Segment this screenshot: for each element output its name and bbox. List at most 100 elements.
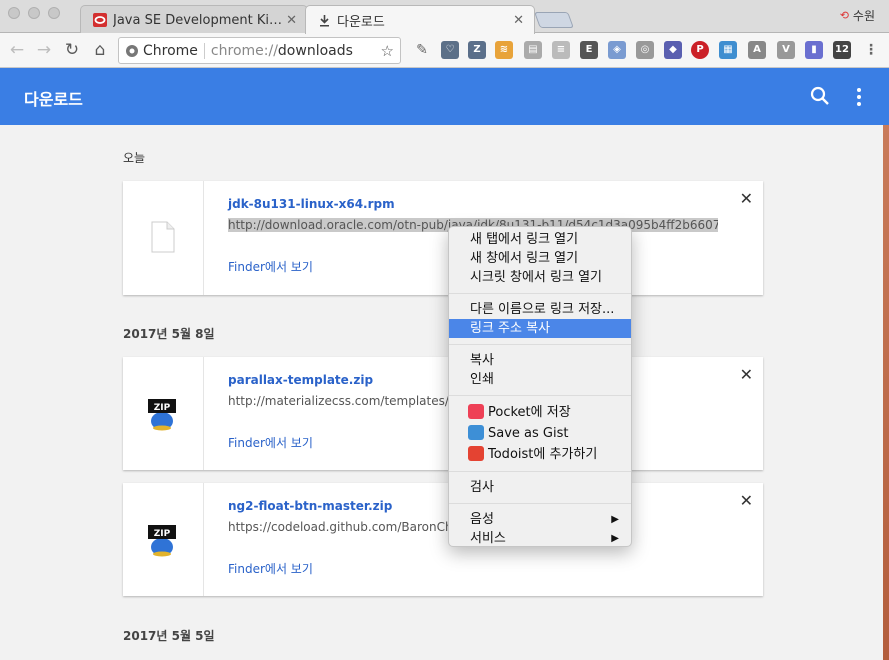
menu-separator <box>449 395 631 396</box>
tab-strip: Java SE Development Kit 8 - Do ✕ 다운로드 ✕ … <box>0 0 889 34</box>
menu-speech[interactable]: 음성 ▶ <box>449 510 631 529</box>
download-card: ZIP ng2-float-btn-master.zip https://cod… <box>123 483 763 596</box>
forward-icon[interactable]: → <box>34 40 54 60</box>
download-card: jdk-8u131-linux-x64.rpm http://download.… <box>123 181 763 295</box>
evernote-ext-icon[interactable]: E <box>580 41 598 59</box>
context-menu: 새 탭에서 링크 열기 새 창에서 링크 열기 시크릿 창에서 링크 열기 다른… <box>448 226 632 547</box>
vue-ext-icon[interactable]: V <box>777 41 795 59</box>
file-icon-column: ZIP <box>123 483 204 596</box>
menu-separator <box>449 471 631 472</box>
new-tab-button[interactable] <box>534 12 574 28</box>
menu-services[interactable]: 서비스 ▶ <box>449 529 631 548</box>
submenu-arrow-icon: ▶ <box>611 514 619 525</box>
color-ext-icon[interactable]: ◆ <box>664 41 682 59</box>
menu-label: 서비스 <box>470 531 506 546</box>
date-header: 오늘 <box>123 151 146 165</box>
menu-copy-link-address[interactable]: 링크 주소 복사 <box>449 319 631 338</box>
download-icon <box>320 14 329 26</box>
desktop-edge <box>883 125 889 660</box>
menu-open-new-window[interactable]: 새 창에서 링크 열기 <box>449 249 631 268</box>
pocket-ext-icon[interactable]: ♡ <box>441 41 459 59</box>
download-card: ZIP parallax-template.zip http://materia… <box>123 357 763 470</box>
search-icon[interactable] <box>809 85 831 107</box>
menu-separator <box>449 503 631 504</box>
window-close-button[interactable] <box>8 7 20 19</box>
chrome-icon <box>126 44 138 57</box>
bookmark-star-icon[interactable]: ☆ <box>381 42 394 60</box>
menu-print[interactable]: 인쇄 <box>449 370 631 389</box>
browser-toolbar: ← → ↻ ⌂ Chrome chrome://downloads ☆ ✎ ♡ … <box>0 33 889 68</box>
address-bar[interactable]: Chrome chrome://downloads ☆ <box>118 37 401 64</box>
profile-button[interactable]: ⟲ 수원 <box>840 7 875 24</box>
show-in-finder-link[interactable]: Finder에서 보기 <box>228 434 313 451</box>
menu-open-new-tab[interactable]: 새 탭에서 링크 열기 <box>449 230 631 249</box>
back-icon[interactable]: ← <box>7 40 27 60</box>
window-zoom-button[interactable] <box>48 7 60 19</box>
pic-ext-icon[interactable]: ◈ <box>608 41 626 59</box>
menu-label: 음성 <box>470 512 494 527</box>
remove-download-icon[interactable]: ✕ <box>740 189 753 208</box>
address-chip: Chrome <box>143 42 205 59</box>
oracle-icon <box>93 13 107 27</box>
url-path: downloads <box>277 42 353 59</box>
pinterest-ext-icon[interactable]: P <box>691 41 709 59</box>
tab-close-icon[interactable]: ✕ <box>513 13 524 28</box>
z-ext-icon[interactable]: Z <box>468 41 486 59</box>
calendar-ext-icon[interactable]: 12 <box>833 41 851 59</box>
submenu-arrow-icon: ▶ <box>611 533 619 544</box>
remove-download-icon[interactable]: ✕ <box>740 491 753 510</box>
show-in-finder-link[interactable]: Finder에서 보기 <box>228 560 313 577</box>
tab-java-se[interactable]: Java SE Development Kit 8 - Do ✕ <box>80 5 308 34</box>
download-file-name[interactable]: ng2-float-btn-master.zip <box>228 499 392 513</box>
reload-icon[interactable]: ↻ <box>62 40 82 60</box>
menu-label: Save as Gist <box>488 426 569 441</box>
menu-label: Pocket에 저장 <box>488 405 571 420</box>
address-url: chrome://downloads <box>211 43 381 59</box>
pocket-icon <box>468 404 484 419</box>
tab-title: 다운로드 <box>337 14 385 30</box>
menu-save-to-pocket[interactable]: Pocket에 저장 <box>449 402 631 423</box>
url-scheme: chrome:// <box>210 42 278 59</box>
menu-label: Todoist에 추가하기 <box>488 447 598 462</box>
home-icon[interactable]: ⌂ <box>90 40 110 60</box>
todoist-icon <box>468 446 484 461</box>
bookmark-ext-icon[interactable]: ▮ <box>805 41 823 59</box>
menu-separator <box>449 293 631 294</box>
window-minimize-button[interactable] <box>28 7 40 19</box>
downloads-header: 다운로드 <box>0 68 889 125</box>
menu-add-to-todoist[interactable]: Todoist에 추가하기 <box>449 444 631 465</box>
page-title: 다운로드 <box>24 90 83 109</box>
svg-text:ZIP: ZIP <box>154 529 171 539</box>
download-file-name[interactable]: parallax-template.zip <box>228 373 373 387</box>
angular-ext-icon[interactable]: A <box>748 41 766 59</box>
menu-open-incognito[interactable]: 시크릿 창에서 링크 열기 <box>449 268 631 287</box>
date-header: 2017년 5월 8일 <box>123 327 215 341</box>
profile-name: 수원 <box>852 9 875 23</box>
zip-icon: ZIP <box>148 399 176 431</box>
gist-ext-icon[interactable]: ▦ <box>719 41 737 59</box>
more-vert-icon[interactable] <box>855 86 863 108</box>
camera-ext-icon[interactable]: ◎ <box>636 41 654 59</box>
tab-close-icon[interactable]: ✕ <box>286 13 297 28</box>
svg-text:ZIP: ZIP <box>154 403 171 413</box>
print-ext-icon[interactable]: ▤ <box>524 41 542 59</box>
file-icon-column: ZIP <box>123 357 204 470</box>
gist-icon <box>468 425 484 440</box>
menu-save-link-as[interactable]: 다른 이름으로 링크 저장... <box>449 300 631 319</box>
tab-downloads[interactable]: 다운로드 ✕ <box>305 5 535 34</box>
download-file-name[interactable]: jdk-8u131-linux-x64.rpm <box>228 197 395 211</box>
rss-ext-icon[interactable]: ≋ <box>495 41 513 59</box>
chrome-menu-icon[interactable]: ⋮ <box>862 41 880 59</box>
show-in-finder-link[interactable]: Finder에서 보기 <box>228 258 313 275</box>
tab-title: Java SE Development Kit 8 - Do <box>113 12 282 28</box>
remove-download-icon[interactable]: ✕ <box>740 365 753 384</box>
menu-separator <box>449 344 631 345</box>
menu-copy[interactable]: 복사 <box>449 351 631 370</box>
eyedropper-icon[interactable]: ✎ <box>413 41 431 59</box>
date-header: 2017년 5월 5일 <box>123 629 215 643</box>
menu-inspect[interactable]: 검사 <box>449 478 631 497</box>
menu-save-as-gist[interactable]: Save as Gist <box>449 423 631 444</box>
profile-icon: ⟲ <box>839 9 849 22</box>
zip-icon: ZIP <box>148 525 176 557</box>
feed-ext-icon[interactable]: ≡ <box>552 41 570 59</box>
